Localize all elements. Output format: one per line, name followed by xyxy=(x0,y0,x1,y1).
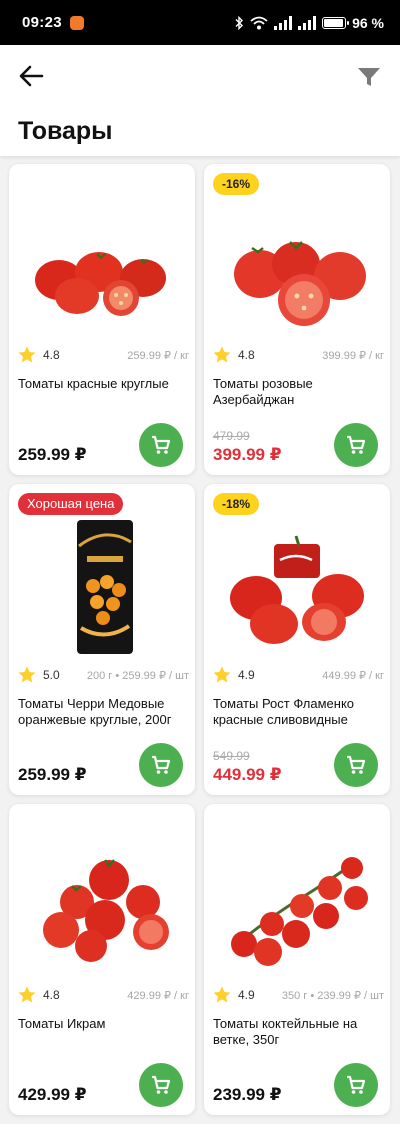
unit-price: 449.99 ₽ / кг xyxy=(322,669,384,682)
rating-row: 4.8 259.99 ₽ / кг xyxy=(17,344,189,366)
product-image-round-tomatoes xyxy=(35,252,166,316)
star-icon xyxy=(18,346,36,363)
cart-icon xyxy=(347,755,366,774)
arrow-left-icon[interactable] xyxy=(16,61,48,91)
add-to-cart-button[interactable] xyxy=(139,1063,183,1107)
status-bar: 09:23 96 % xyxy=(0,0,400,45)
page-title: Товары xyxy=(18,117,113,145)
price: 259.99 ₽ xyxy=(18,445,87,464)
star-icon xyxy=(213,666,231,683)
cart-icon xyxy=(152,755,171,774)
product-image-pink-tomatoes xyxy=(234,241,366,326)
product-card[interactable]: -16% 4.8 399.99 ₽ / кг Томаты розовые Аз… xyxy=(204,164,390,475)
product-name: Томаты Черри Медовые оранжевые круглые, … xyxy=(18,696,172,727)
rating-row: 4.9 350 г • 239.99 ₽ / шт xyxy=(212,984,384,1006)
discount-badge: -18% xyxy=(213,493,260,515)
star-icon xyxy=(213,986,231,1003)
rating-row: 4.8 429.99 ₽ / кг xyxy=(17,984,189,1006)
product-image-plum-tomatoes xyxy=(230,535,364,644)
cart-icon xyxy=(152,435,171,454)
star-icon xyxy=(18,666,36,683)
product-image-ikram-tomatoes xyxy=(43,859,169,962)
unit-price: 399.99 ₽ / кг xyxy=(322,349,384,362)
add-to-cart-button[interactable] xyxy=(334,743,378,787)
add-to-cart-button[interactable] xyxy=(334,1063,378,1107)
rating-value: 4.8 xyxy=(43,988,60,1002)
rating-value: 5.0 xyxy=(43,668,60,682)
product-card[interactable]: Хорошая цена 5.0 200 г • 259.99 ₽ / шт Т… xyxy=(9,484,195,795)
price: 399.99 ₽ xyxy=(213,445,282,464)
app-header: Товары xyxy=(0,45,400,156)
rating-value: 4.9 xyxy=(238,988,255,1002)
star-icon xyxy=(18,986,36,1003)
product-card[interactable]: 4.9 350 г • 239.99 ₽ / шт Томаты коктейл… xyxy=(204,804,390,1115)
price: 429.99 ₽ xyxy=(18,1085,87,1104)
star-icon xyxy=(213,346,231,363)
app-notification-icon xyxy=(69,15,84,30)
wifi-icon xyxy=(250,16,268,29)
filter-icon[interactable] xyxy=(356,65,382,89)
product-card[interactable]: 4.8 429.99 ₽ / кг Томаты Икрам 429.99 ₽ xyxy=(9,804,195,1115)
product-card[interactable]: -18% 4.9 449.99 ₽ / кг Томаты Рост Фламе… xyxy=(204,484,390,795)
cart-icon xyxy=(152,1075,171,1094)
signal-icon-2 xyxy=(298,15,317,30)
rating-row: 5.0 200 г • 259.99 ₽ / шт xyxy=(17,664,189,686)
price: 449.99 ₽ xyxy=(213,765,282,784)
cart-icon xyxy=(347,1075,366,1094)
rating-row: 4.9 449.99 ₽ / кг xyxy=(212,664,384,686)
old-price: 479.99 xyxy=(213,429,250,443)
old-price: 549.99 xyxy=(213,749,250,763)
rating-value: 4.8 xyxy=(238,348,255,362)
unit-price: 429.99 ₽ / кг xyxy=(127,989,189,1002)
unit-price: 350 г • 239.99 ₽ / шт xyxy=(281,989,384,1002)
add-to-cart-button[interactable] xyxy=(334,423,378,467)
rating-row: 4.8 399.99 ₽ / кг xyxy=(212,344,384,366)
product-name: Томаты Икрам xyxy=(18,1016,106,1031)
product-name: Томаты коктейльные на ветке, 350г xyxy=(213,1016,358,1047)
rating-value: 4.9 xyxy=(238,668,255,682)
add-to-cart-button[interactable] xyxy=(139,423,183,467)
battery-icon xyxy=(322,16,350,29)
product-name: Томаты розовые Азербайджан xyxy=(213,376,313,407)
product-image-cocktail-vine-tomatoes xyxy=(231,857,368,966)
product-grid: 4.8 259.99 ₽ / кг Томаты красные круглые… xyxy=(0,156,400,1124)
add-to-cart-button[interactable] xyxy=(139,743,183,787)
signal-icon xyxy=(274,15,293,30)
status-icons: 96 % xyxy=(234,15,384,31)
product-name: Томаты Рост Фламенко красные сливовидные xyxy=(213,696,355,727)
unit-price: 200 г • 259.99 ₽ / шт xyxy=(86,669,189,682)
price: 239.99 ₽ xyxy=(213,1085,282,1104)
product-name: Томаты красные круглые xyxy=(18,376,169,391)
discount-badge: -16% xyxy=(213,173,260,195)
unit-price: 259.99 ₽ / кг xyxy=(127,349,189,362)
product-card[interactable]: 4.8 259.99 ₽ / кг Томаты красные круглые… xyxy=(9,164,195,475)
price: 259.99 ₽ xyxy=(18,765,87,784)
product-image-cherry-package xyxy=(77,520,133,654)
battery-percent: 96 % xyxy=(352,14,384,31)
bluetooth-icon xyxy=(235,15,244,30)
cart-icon xyxy=(347,435,366,454)
good-price-badge: Хорошая цена xyxy=(18,493,124,515)
status-time: 09:23 xyxy=(22,14,62,31)
rating-value: 4.8 xyxy=(43,348,60,362)
